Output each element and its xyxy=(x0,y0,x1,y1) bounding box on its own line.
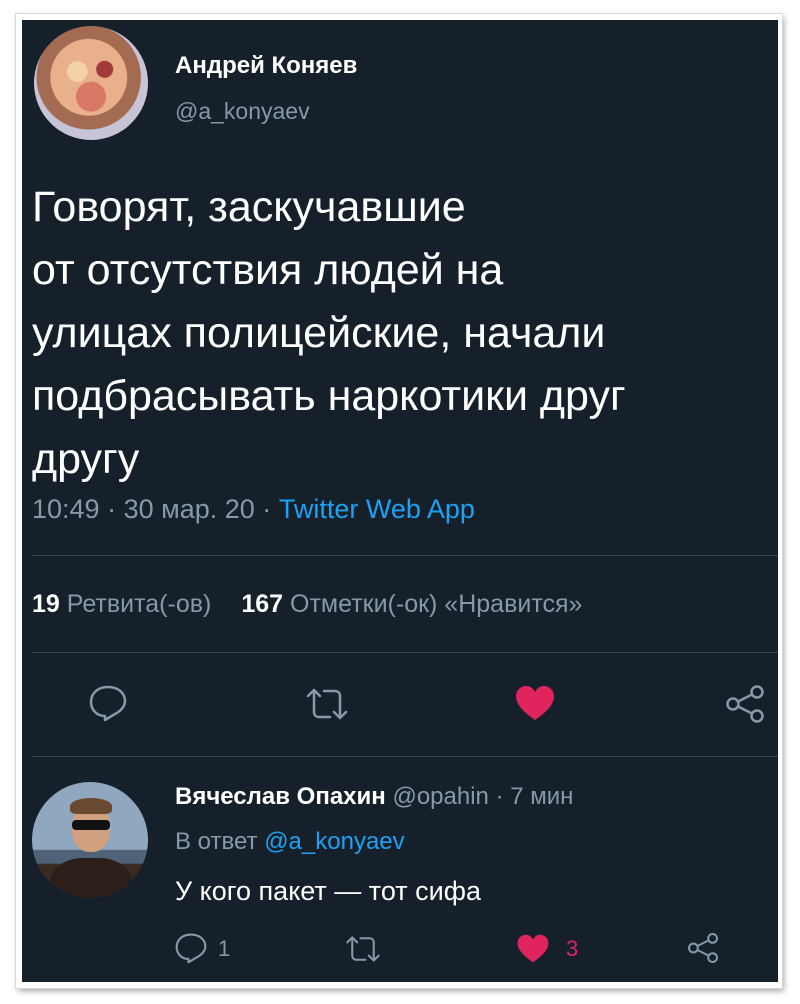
likes-count: 167 xyxy=(241,590,284,618)
retweets-label: Ретвита(-ов) xyxy=(66,590,212,618)
tweet-date[interactable]: 30 мар. 20 xyxy=(124,494,255,524)
share-icon xyxy=(688,933,718,963)
tweet-text: Говорят, заскучавшие от отсутствия людей… xyxy=(32,176,762,491)
tweet-text-line: подбрасывать наркотики друг xyxy=(32,372,626,420)
reply-text: У кого пакет — тот сифа xyxy=(175,876,481,906)
tweet-text-line: Говорят, заскучавшие xyxy=(32,183,466,231)
tweet-source-link[interactable]: Twitter Web App xyxy=(279,494,475,524)
retweet-icon xyxy=(306,688,348,720)
heart-filled-icon xyxy=(517,934,549,963)
author-avatar[interactable] xyxy=(34,26,148,140)
likes-label: Отметки(-ок) «Нравится» xyxy=(290,590,583,618)
reply-author-handle[interactable]: @opahin xyxy=(392,783,488,810)
comment-icon xyxy=(175,933,207,964)
tweet-time[interactable]: 10:49 xyxy=(32,494,100,524)
reply-reply-button[interactable] xyxy=(174,932,208,969)
tweet-text-line: другу xyxy=(32,435,140,483)
meta-separator: · xyxy=(495,783,504,810)
comment-icon xyxy=(89,685,127,722)
tweet-text-line: улицах полицейские, начали xyxy=(32,309,606,357)
reply-like-count: 3 xyxy=(566,936,579,961)
in-reply-prefix: В ответ xyxy=(175,828,258,855)
share-icon xyxy=(726,685,764,723)
tweet-screen: Андрей Коняев @a_konyaev Говорят, заскуч… xyxy=(22,20,778,982)
in-reply-to: В ответ @a_konyaev xyxy=(175,828,405,856)
author-name[interactable]: Андрей Коняев xyxy=(175,52,357,80)
share-button[interactable] xyxy=(724,684,766,729)
tweet-meta: 10:49 · 30 мар. 20 · Twitter Web App xyxy=(32,494,475,525)
retweets-stat[interactable]: 19 Ретвита(-ов) xyxy=(32,590,211,618)
reply-reply-count: 1 xyxy=(218,936,231,961)
mention-link[interactable]: @a_konyaev xyxy=(264,828,404,855)
tweet-text-line: от отсутствия людей на xyxy=(32,246,504,294)
retweet-button[interactable] xyxy=(304,686,350,727)
reply-author-name[interactable]: Вячеслав Опахин xyxy=(175,783,386,810)
meta-separator: · xyxy=(262,494,272,524)
meta-separator: · xyxy=(107,494,117,524)
reply-time[interactable]: 7 мин xyxy=(510,783,573,810)
like-button[interactable] xyxy=(514,684,556,727)
reply-like-button[interactable] xyxy=(516,933,550,969)
divider xyxy=(32,756,778,757)
divider xyxy=(32,555,778,556)
reply-author-avatar[interactable] xyxy=(32,782,148,898)
heart-filled-icon xyxy=(516,686,554,720)
retweets-count: 19 xyxy=(32,590,60,618)
tweet-stats: 19 Ретвита(-ов) 167 Отметки(-ок) «Нравитс… xyxy=(32,590,582,619)
reply-share-button[interactable] xyxy=(686,932,720,969)
reply-retweet-button[interactable] xyxy=(344,934,382,969)
divider xyxy=(32,652,778,653)
author-handle[interactable]: @a_konyaev xyxy=(175,98,310,125)
reply-header: Вячеслав Опахин @opahin · 7 мин xyxy=(175,783,573,811)
retweet-icon xyxy=(346,936,380,962)
likes-stat[interactable]: 167 Отметки(-ок) «Нравится» xyxy=(241,590,582,618)
reply-button[interactable] xyxy=(88,684,128,727)
